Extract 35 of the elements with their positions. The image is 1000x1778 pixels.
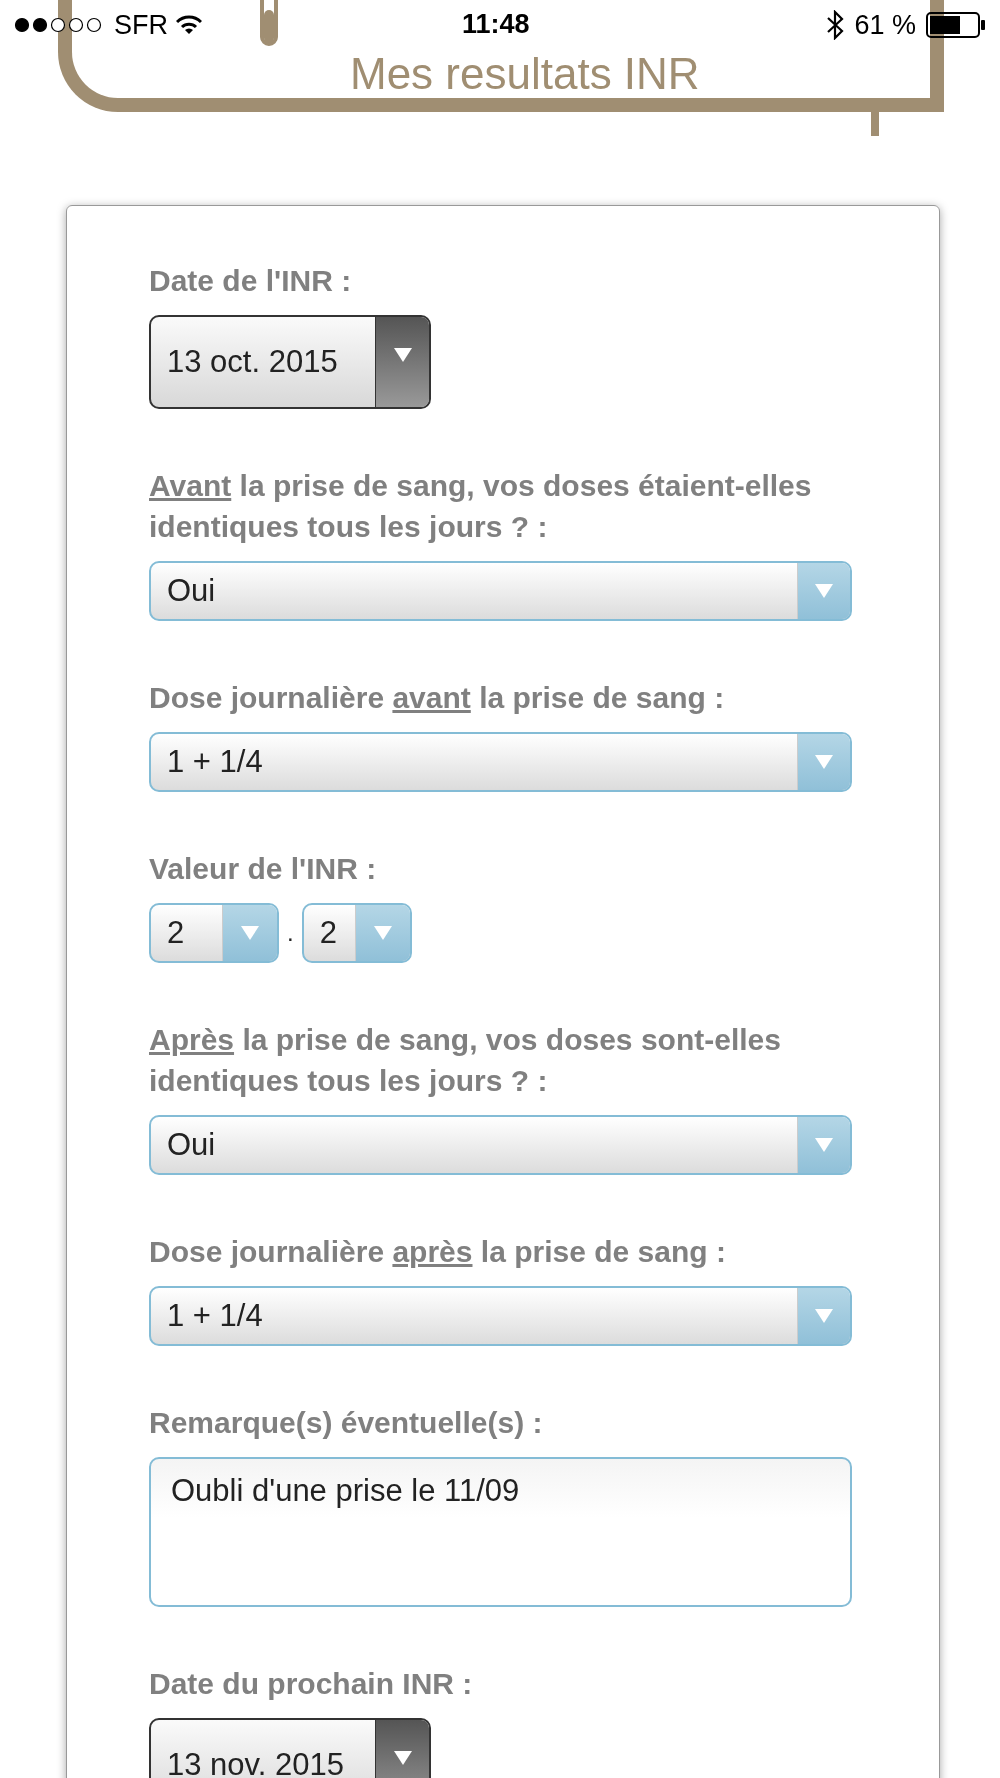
caret-icon <box>814 1308 834 1324</box>
field-label: Après la prise de sang, vos doses sont-elles identiques tous les jours ? : <box>149 1022 782 1099</box>
bluetooth-icon <box>826 10 845 40</box>
page-title: Mes resultats INR <box>350 52 700 96</box>
dropdown[interactable]: 2 <box>149 903 279 963</box>
decimal-separator: . <box>287 919 294 947</box>
date-picker[interactable]: 13 oct. 2015 <box>149 315 431 409</box>
carrier-name: SFR <box>114 9 168 41</box>
battery-percent: 61 % <box>854 9 916 41</box>
field-label: Date du prochain INR : <box>149 1666 474 1702</box>
dropdown[interactable]: 2 <box>301 903 412 963</box>
caret-icon <box>372 925 393 941</box>
date-picker[interactable]: 13 nov. 2015 <box>149 1718 431 1778</box>
caret-icon <box>240 925 260 941</box>
field-label: Avant la prise de sang, vos doses étaient-elles identiques tous les jours ? : <box>149 468 813 545</box>
caret-icon <box>814 1137 834 1153</box>
status-time: 11:48 <box>462 9 530 40</box>
dropdown[interactable]: Oui <box>149 561 852 621</box>
test-tube-icon <box>260 0 278 46</box>
field-label: Valeur de l'INR : <box>149 851 378 887</box>
field-label: Date de l'INR : <box>149 263 353 299</box>
dropdown[interactable]: 1 + 1/4 <box>149 732 852 792</box>
dropdown[interactable]: Oui <box>149 1115 852 1175</box>
field-label: Dose journalière après la prise de sang : <box>149 1234 727 1270</box>
field-label: Remarque(s) éventuelle(s) : <box>149 1405 544 1441</box>
caret-icon <box>392 1750 413 1766</box>
header-tick <box>871 112 879 136</box>
caret-icon <box>814 754 834 770</box>
field-label: Dose journalière avant la prise de sang : <box>149 680 726 716</box>
remarks-field[interactable]: Oubli d'une prise le 11/09 <box>149 1457 852 1607</box>
battery-icon <box>926 12 986 38</box>
wifi-icon <box>176 15 202 35</box>
caret-icon <box>392 347 413 363</box>
dropdown[interactable]: 1 + 1/4 <box>149 1286 852 1346</box>
caret-icon <box>814 583 834 599</box>
